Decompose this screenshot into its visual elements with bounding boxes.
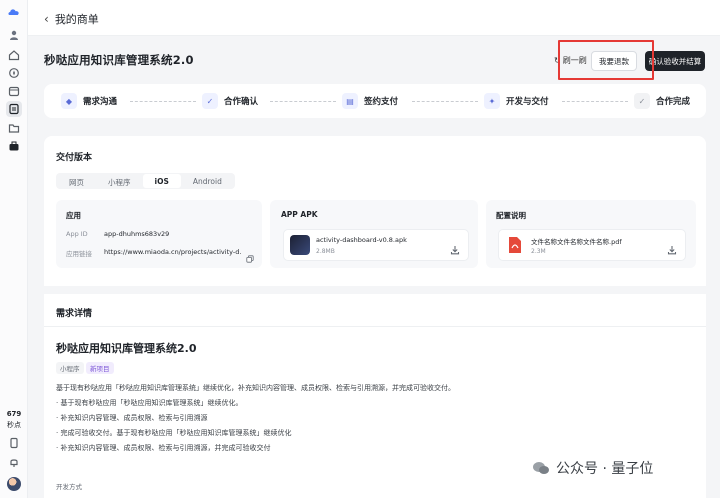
watermark: 公众号 · 量子位 bbox=[526, 456, 660, 480]
download-icon[interactable] bbox=[450, 240, 460, 255]
tag-platform: 小程序 bbox=[56, 362, 84, 374]
left-sidebar: 679 秒点 bbox=[0, 0, 28, 498]
accept-and-settle-button[interactable]: 确认验收并结算 bbox=[645, 51, 705, 71]
tab-android[interactable]: Android bbox=[181, 174, 234, 188]
app-logo-icon[interactable] bbox=[6, 6, 22, 18]
app-link-value[interactable]: https://www.miaoda.cn/projects/activity-… bbox=[104, 248, 242, 256]
tab-miniprogram[interactable]: 小程序 bbox=[96, 174, 143, 188]
step-connector bbox=[562, 101, 628, 102]
check-doc-icon: ✓ bbox=[202, 93, 218, 109]
requirements-app-name: 秒哒应用知识库管理系统2.0 bbox=[56, 342, 197, 355]
orders-icon[interactable] bbox=[6, 101, 22, 117]
copy-icon[interactable] bbox=[246, 248, 254, 263]
folder-icon[interactable] bbox=[7, 121, 21, 135]
chevron-left-icon: ‹ bbox=[44, 12, 49, 26]
back-label: 我的商单 bbox=[54, 13, 99, 26]
contract-icon: ▤ bbox=[342, 93, 358, 109]
refresh-button[interactable]: ↻ 刷一刷 bbox=[554, 55, 587, 66]
step-connector bbox=[270, 101, 336, 102]
chat-icon: ◆ bbox=[61, 93, 77, 109]
points-label: 秒点 bbox=[7, 421, 21, 429]
requirement-line: · 补充知识内容管理、成员权限、检索与引用溯源，并完成可验收交付 bbox=[56, 444, 271, 452]
phone-icon[interactable] bbox=[7, 436, 21, 450]
home-icon[interactable] bbox=[7, 48, 21, 62]
app-link-label: 应用链接 bbox=[66, 250, 92, 258]
apk-thumbnail-icon bbox=[290, 235, 310, 255]
app-info-title: 应用 bbox=[66, 211, 81, 220]
step-1: ◆ 需求沟通 bbox=[61, 93, 117, 109]
app-id-value: app-dhuhms683v29 bbox=[104, 230, 170, 238]
dev-mode-label: 开发方式 bbox=[56, 483, 82, 491]
apk-file-name: activity-dashboard-v0.8.apk bbox=[316, 236, 407, 244]
step-2: ✓ 合作确认 bbox=[202, 93, 258, 109]
section-divider bbox=[44, 286, 706, 294]
bell-icon[interactable] bbox=[7, 455, 21, 469]
tag-project-type: 新项目 bbox=[86, 362, 114, 374]
apk-file-item[interactable]: activity-dashboard-v0.8.apk 2.8MB bbox=[283, 229, 469, 261]
calendar-icon[interactable] bbox=[7, 84, 21, 98]
avatar[interactable] bbox=[7, 477, 21, 491]
requirement-line: · 补充知识内容管理、成员权限、检索与引用溯源 bbox=[56, 414, 208, 422]
config-file-item[interactable]: 文件名称文件名称文件名称.pdf 2.3M bbox=[498, 229, 686, 261]
dev-icon: ✦ bbox=[484, 93, 500, 109]
complete-icon: ✓ bbox=[634, 93, 650, 109]
tab-web[interactable]: 网页 bbox=[57, 174, 96, 188]
step-3: ▤ 签约支付 bbox=[342, 93, 398, 109]
back-button[interactable]: ‹ 我的商单 bbox=[44, 11, 99, 27]
app-id-label: App ID bbox=[66, 230, 88, 238]
page-title: 秒哒应用知识库管理系统2.0 bbox=[44, 53, 194, 67]
config-file-size: 2.3M bbox=[531, 248, 546, 255]
config-file-name: 文件名称文件名称文件名称.pdf bbox=[531, 238, 622, 246]
points-value: 679 bbox=[6, 410, 22, 418]
wechat-icon bbox=[533, 462, 549, 474]
requirements-divider bbox=[44, 326, 706, 327]
pdf-icon bbox=[505, 235, 525, 255]
requirement-line: · 完成可验收交付。基于现有秒哒应用「秒哒应用知识库管理系统」继续优化 bbox=[56, 429, 292, 437]
step-5: ✓ 合作完成 bbox=[634, 93, 690, 109]
user-icon[interactable] bbox=[7, 28, 21, 42]
step-4: ✦ 开发与交付 bbox=[484, 93, 549, 109]
explore-icon[interactable] bbox=[7, 66, 21, 80]
config-title: 配置说明 bbox=[496, 211, 526, 220]
requirement-line: · 基于现有秒哒应用「秒哒应用知识库管理系统」继续优化。 bbox=[56, 399, 243, 407]
delivery-title: 交付版本 bbox=[56, 153, 93, 163]
step-connector bbox=[130, 101, 196, 102]
top-bar bbox=[28, 0, 720, 36]
requirement-line: 基于现有秒哒应用「秒哒应用知识库管理系统」继续优化，补充知识内容管理、成员权限、… bbox=[56, 384, 455, 392]
download-icon[interactable] bbox=[667, 240, 677, 255]
step-connector bbox=[412, 101, 478, 102]
briefcase-icon[interactable] bbox=[7, 139, 21, 153]
apk-file-size: 2.8MB bbox=[316, 248, 335, 255]
progress-steps: ◆ 需求沟通 ✓ 合作确认 ▤ 签约支付 ✦ 开发与交付 ✓ 合作完成 bbox=[44, 84, 706, 118]
tab-ios[interactable]: iOS bbox=[142, 174, 181, 188]
platform-tabs: 网页 小程序 iOS Android bbox=[56, 173, 235, 189]
apk-title: APP APK bbox=[281, 210, 318, 219]
requirements-title: 需求详情 bbox=[56, 309, 93, 319]
refresh-icon: ↻ bbox=[554, 56, 561, 65]
refund-button[interactable]: 我要退款 bbox=[591, 51, 637, 71]
